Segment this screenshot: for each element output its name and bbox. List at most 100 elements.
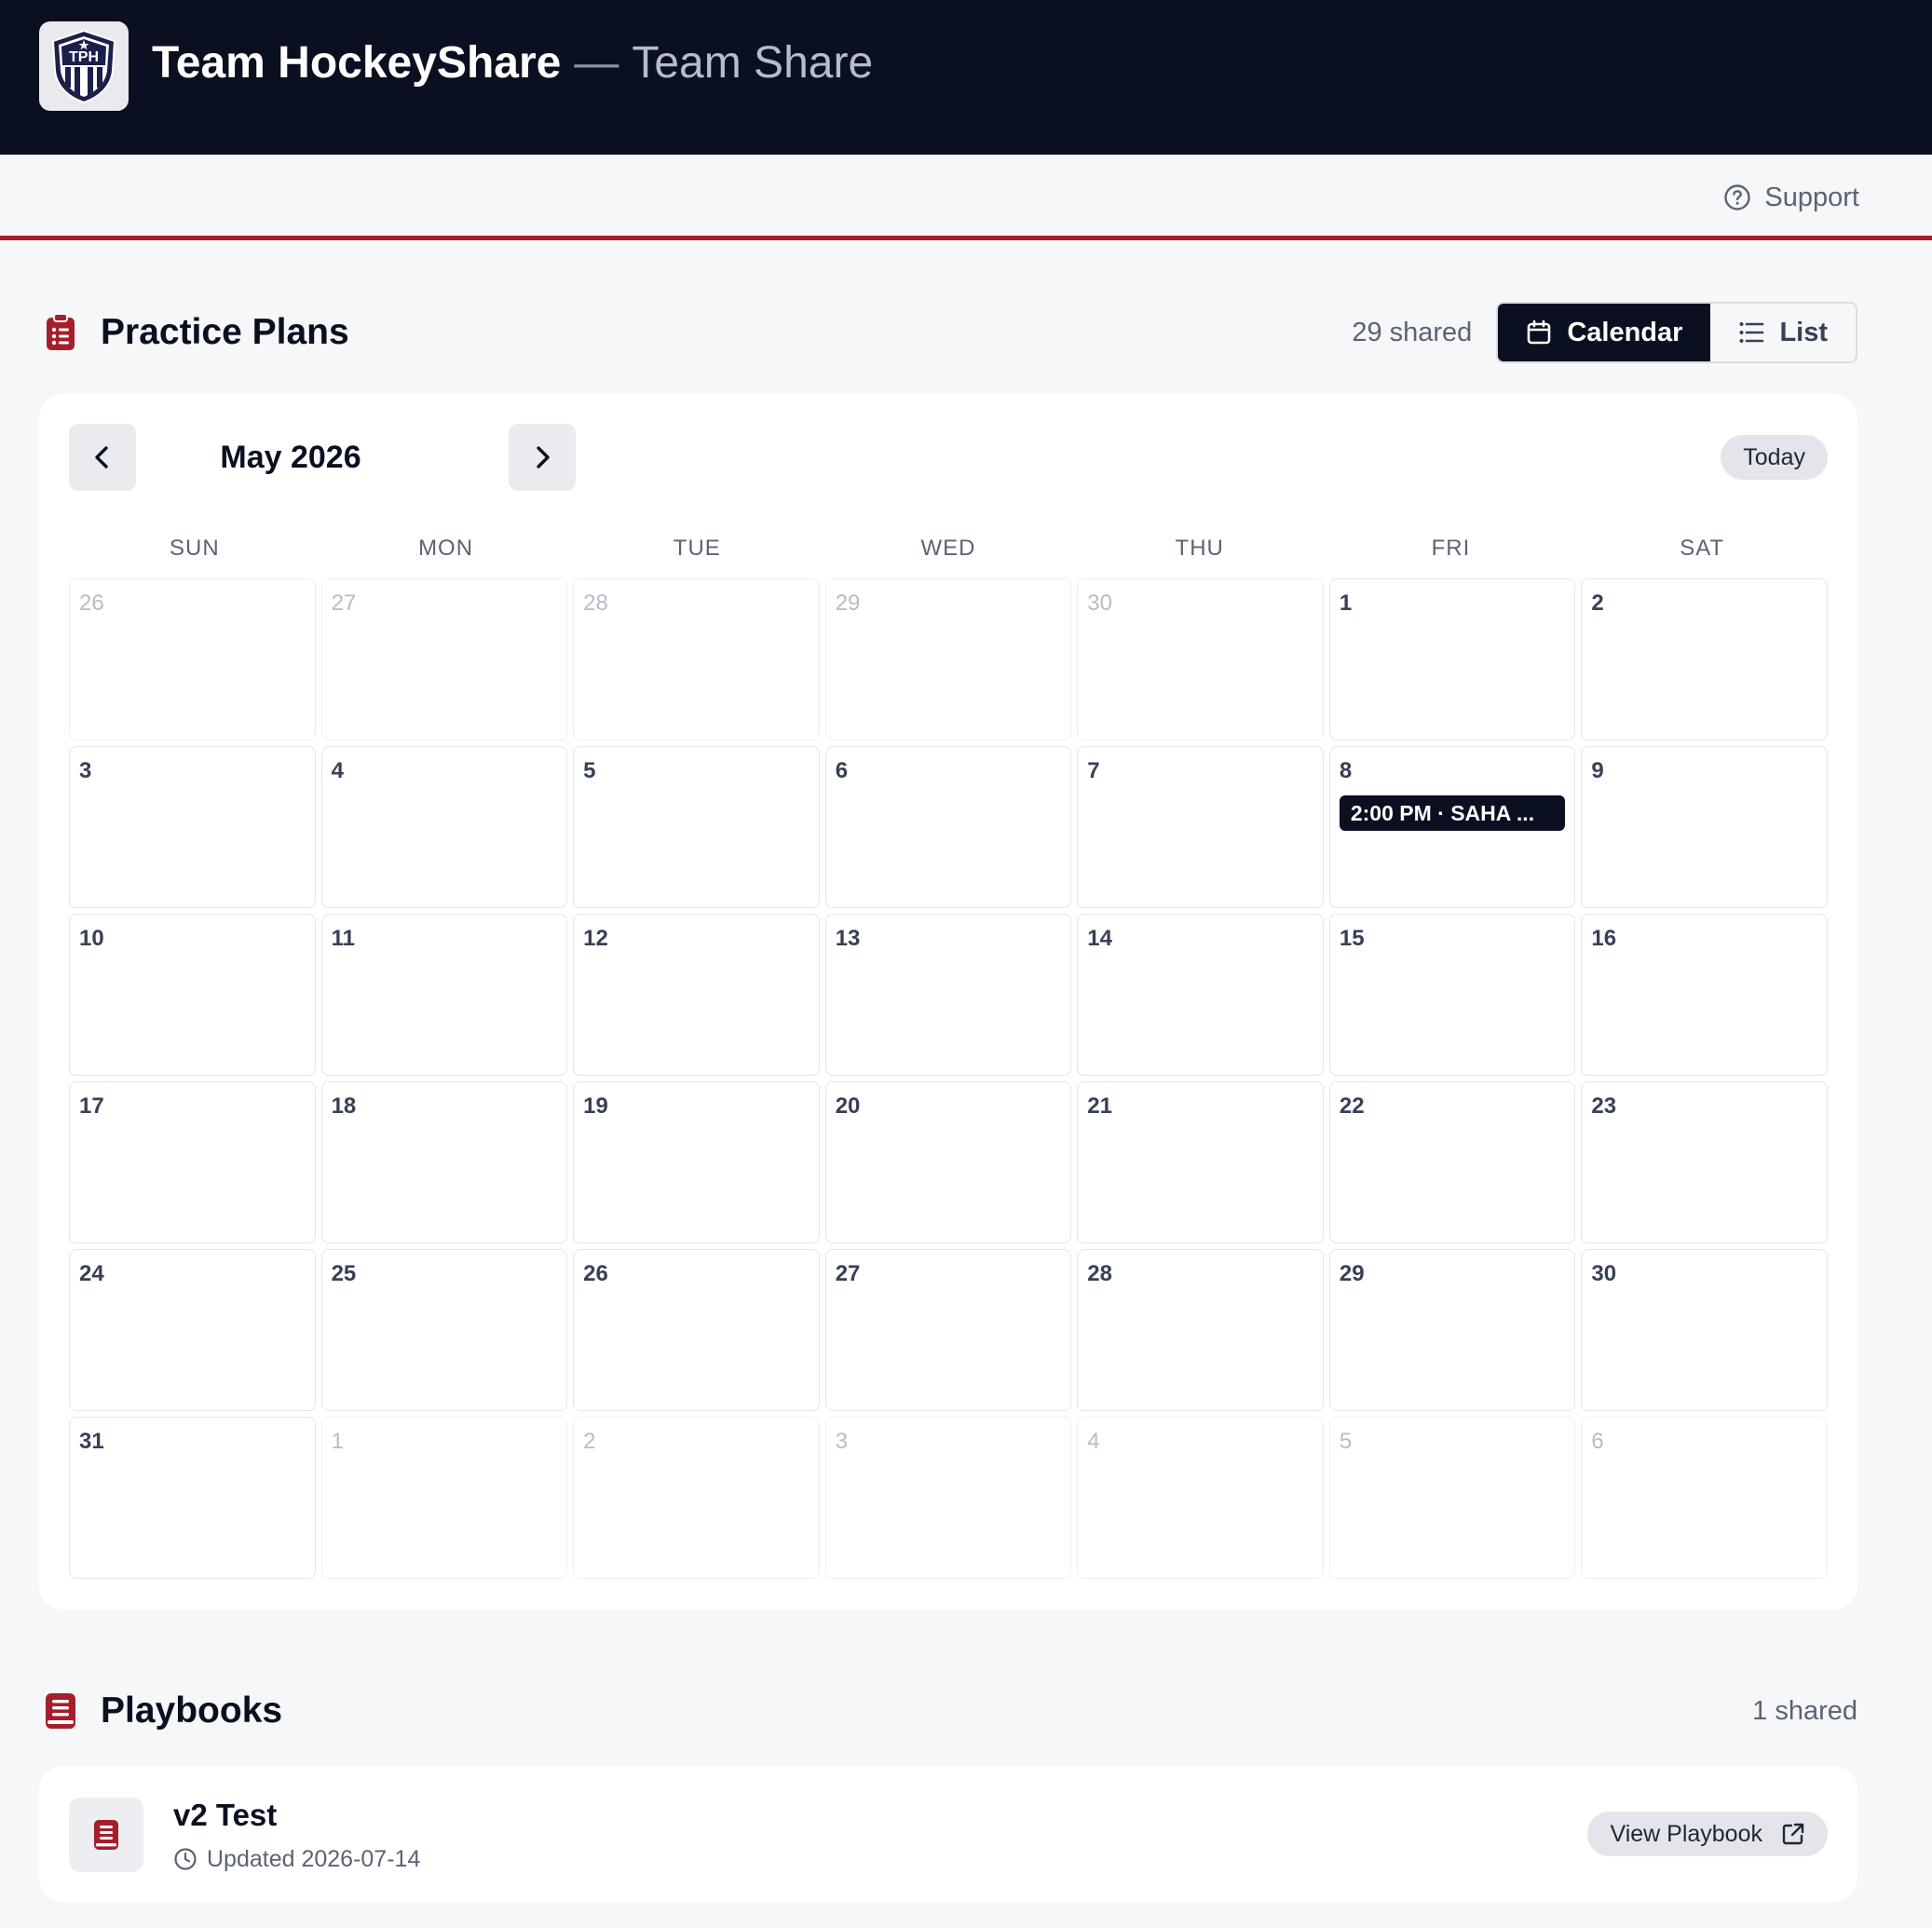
calendar-day-cell[interactable]: 1 [1328, 578, 1576, 740]
external-link-icon [1782, 1823, 1804, 1845]
playbook-book-icon [69, 1798, 143, 1872]
prev-month-button[interactable] [69, 424, 136, 491]
calendar-day-cell[interactable]: 2 [573, 1417, 820, 1579]
calendar-day-cell[interactable]: 4 [320, 746, 568, 908]
calendar-day-cell[interactable]: 27 [824, 1249, 1072, 1411]
calendar-day-cell[interactable]: 10 [69, 914, 316, 1076]
team-logo[interactable]: TPH [39, 21, 129, 111]
playbook-updated: Updated 2026-07-14 [173, 1844, 420, 1874]
chevron-right-icon [537, 446, 550, 468]
calendar-day-cell[interactable]: 24 [69, 1249, 316, 1411]
day-number: 1 [1339, 591, 1353, 616]
title-separator: — [574, 38, 619, 88]
calendar-event[interactable]: 2:00 PM · SAHA ... [1339, 795, 1566, 831]
day-number: 5 [583, 758, 596, 783]
calendar-day-cell[interactable]: 29 [1328, 1249, 1576, 1411]
sub-navbar: Support [0, 155, 1932, 240]
today-button[interactable]: Today [1721, 435, 1828, 480]
calendar-day-cell[interactable]: 13 [824, 914, 1072, 1076]
calendar-day-cell[interactable]: 6 [1581, 1417, 1828, 1579]
calendar-day-cell[interactable]: 25 [320, 1249, 568, 1411]
calendar-day-cell[interactable]: 11 [320, 914, 568, 1076]
logo-text: TPH [69, 49, 99, 65]
calendar-day-cell[interactable]: 26 [573, 1249, 820, 1411]
playbooks-count: 1 shared [1752, 1695, 1857, 1726]
calendar-day-cell[interactable]: 17 [69, 1081, 316, 1243]
day-number: 13 [835, 926, 861, 951]
calendar-day-cell[interactable]: 28 [573, 578, 820, 740]
calendar-day-cell[interactable]: 3 [69, 746, 316, 908]
day-number: 26 [583, 1261, 608, 1286]
support-link[interactable]: Support [1723, 179, 1859, 216]
day-number: 12 [583, 926, 608, 951]
day-number: 30 [1087, 591, 1112, 616]
calendar-day-cell[interactable]: 1 [320, 1417, 568, 1579]
calendar-day-cell[interactable]: 6 [824, 746, 1072, 908]
calendar-view-button[interactable]: Calendar [1498, 304, 1711, 361]
calendar-day-cell[interactable]: 14 [1077, 914, 1324, 1076]
day-number: 31 [79, 1429, 104, 1454]
day-number: 29 [835, 591, 861, 616]
calendar-day-cell[interactable]: 2 [1581, 578, 1828, 740]
calendar-card: May 2026 Today SUN MON TUE WED THU FRI SAT 26 2… [39, 394, 1857, 1609]
calendar-day-cell[interactable]: 26 [69, 578, 316, 740]
next-month-button[interactable] [509, 424, 576, 491]
day-number: 14 [1087, 926, 1112, 951]
day-number: 3 [835, 1429, 849, 1454]
day-number: 28 [583, 591, 608, 616]
day-number: 29 [1339, 1261, 1365, 1286]
calendar-day-cell[interactable]: 8 2:00 PM · SAHA ... [1328, 746, 1576, 908]
day-number: 18 [331, 1093, 357, 1119]
shield-logo-icon: TPH [51, 29, 116, 104]
day-number: 10 [79, 926, 104, 951]
brand-subtitle: Team Share [632, 38, 874, 88]
day-number: 21 [1087, 1093, 1112, 1119]
weekday-label: MON [418, 536, 474, 561]
calendar-grid: 26 27 28 29 30 1 2 3 4 5 6 7 8 2:00 PM · SAHA ... 9 10 1… [69, 578, 1828, 1579]
calendar-day-cell[interactable]: 7 [1077, 746, 1324, 908]
calendar-day-cell[interactable]: 3 [824, 1417, 1072, 1579]
calendar-day-cell[interactable]: 30 [1077, 578, 1324, 740]
calendar-day-cell[interactable]: 15 [1328, 914, 1576, 1076]
calendar-day-cell[interactable]: 30 [1581, 1249, 1828, 1411]
list-view-label: List [1779, 317, 1828, 347]
calendar-day-cell[interactable]: 5 [1328, 1417, 1576, 1579]
calendar-day-cell[interactable]: 27 [320, 578, 568, 740]
playbook-card[interactable]: v2 Test Updated 2026-07-14 View Playbook [39, 1766, 1857, 1902]
practice-plans-title: Practice Plans [101, 312, 349, 352]
view-playbook-button[interactable]: View Playbook [1587, 1812, 1828, 1856]
calendar-day-cell[interactable]: 21 [1077, 1081, 1324, 1243]
calendar-day-cell[interactable]: 16 [1581, 914, 1828, 1076]
day-number: 17 [79, 1093, 104, 1119]
day-number: 9 [1591, 758, 1604, 783]
day-number: 2 [583, 1429, 596, 1454]
calendar-day-cell[interactable]: 5 [573, 746, 820, 908]
playbooks-header: Playbooks 1 shared [39, 1678, 1857, 1744]
calendar-day-cell[interactable]: 31 [69, 1417, 316, 1579]
weekday-header-row: SUN MON TUE WED THU FRI SAT [69, 530, 1828, 567]
day-number: 6 [1591, 1429, 1604, 1454]
list-view-button[interactable]: List [1710, 304, 1856, 361]
day-number: 22 [1339, 1093, 1365, 1119]
day-number: 24 [79, 1261, 104, 1286]
day-number: 26 [79, 591, 104, 616]
view-toggle: Calendar List [1496, 302, 1857, 363]
day-number: 6 [835, 758, 849, 783]
calendar-day-cell[interactable]: 9 [1581, 746, 1828, 908]
calendar-day-cell[interactable]: 28 [1077, 1249, 1324, 1411]
top-header: TPH Team HockeyShare — Team Share [0, 0, 1932, 155]
brand-name: Team HockeyShare [152, 38, 562, 88]
day-number: 8 [1339, 758, 1353, 783]
calendar-day-cell[interactable]: 29 [824, 578, 1072, 740]
calendar-day-cell[interactable]: 12 [573, 914, 820, 1076]
calendar-day-cell[interactable]: 19 [573, 1081, 820, 1243]
calendar-day-cell[interactable]: 20 [824, 1081, 1072, 1243]
playbooks-title: Playbooks [101, 1690, 283, 1731]
weekday-label: WED [920, 536, 976, 561]
day-number: 15 [1339, 926, 1365, 951]
weekday-label: FRI [1431, 536, 1471, 561]
calendar-day-cell[interactable]: 18 [320, 1081, 568, 1243]
calendar-day-cell[interactable]: 23 [1581, 1081, 1828, 1243]
calendar-day-cell[interactable]: 22 [1328, 1081, 1576, 1243]
calendar-day-cell[interactable]: 4 [1077, 1417, 1324, 1579]
